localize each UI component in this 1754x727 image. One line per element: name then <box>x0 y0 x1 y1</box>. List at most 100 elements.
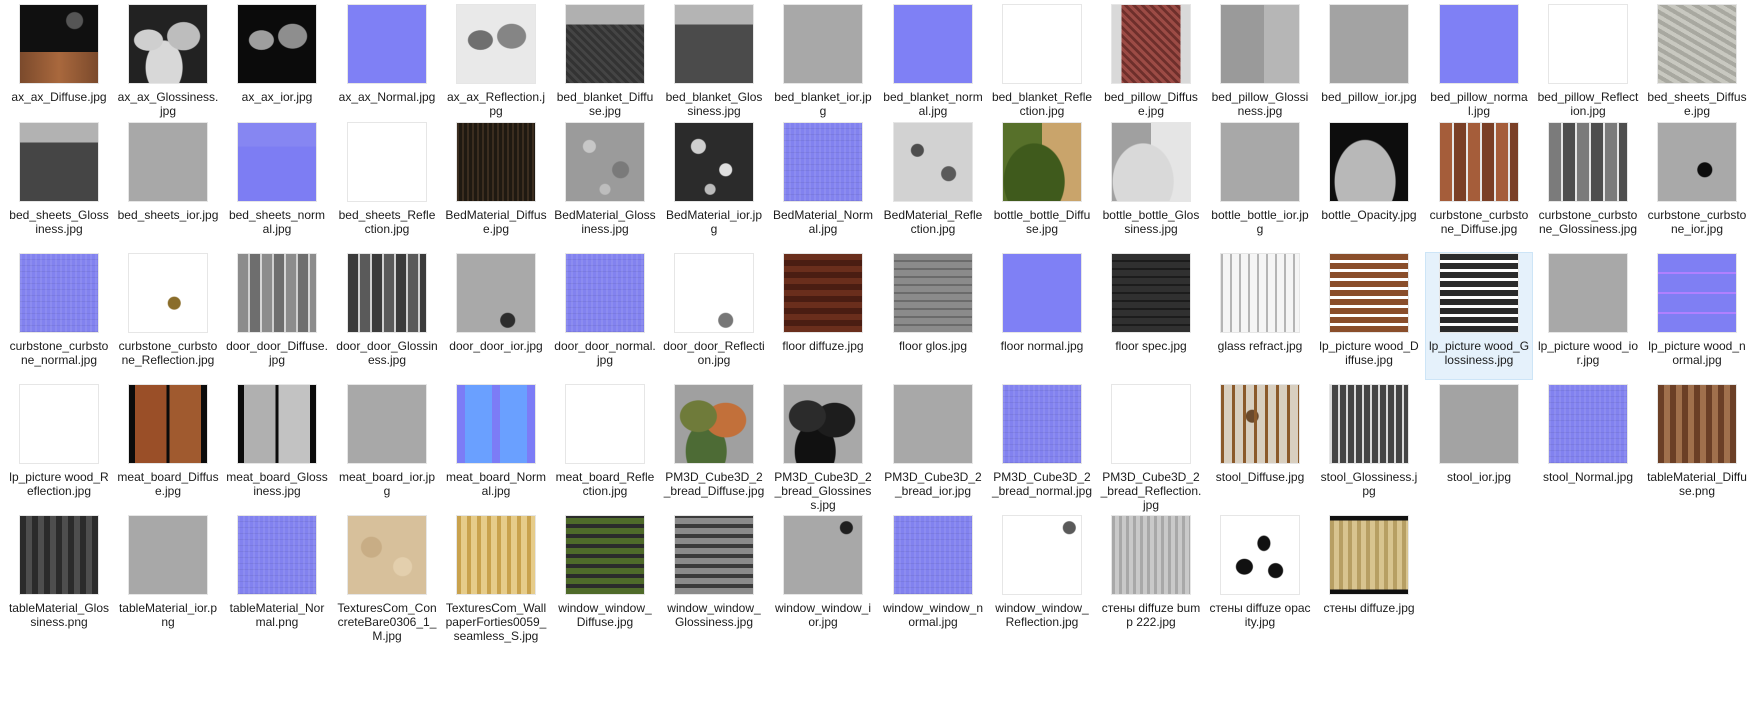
file-item[interactable]: BedMaterial_Glossiness.jpg <box>551 121 659 249</box>
file-item[interactable]: TexturesCom_WallpaperForties0059_seamles… <box>442 514 550 654</box>
file-name: curbstone_curbstone_Diffuse.jpg <box>1429 208 1529 236</box>
file-item[interactable]: bed_sheets_Reflection.jpg <box>333 121 441 249</box>
file-item[interactable]: tableMaterial_Diffuse.png <box>1643 383 1751 511</box>
file-item[interactable]: stool_Normal.jpg <box>1534 383 1642 511</box>
file-item[interactable]: glass refract.jpg <box>1206 252 1314 380</box>
file-item[interactable]: tableMaterial_ior.png <box>114 514 222 654</box>
file-item[interactable]: meat_board_Glossiness.jpg <box>223 383 331 511</box>
file-name: curbstone_curbstone_normal.jpg <box>9 339 109 367</box>
file-item[interactable]: lp_picture wood_Glossiness.jpg <box>1425 252 1533 380</box>
file-item[interactable]: meat_board_Reflection.jpg <box>551 383 659 511</box>
file-item[interactable]: bed_blanket_ior.jpg <box>769 3 877 121</box>
file-item[interactable]: bed_sheets_normal.jpg <box>223 121 331 249</box>
file-name: lp_picture wood_Glossiness.jpg <box>1428 339 1530 367</box>
file-thumbnail <box>19 515 99 595</box>
file-item[interactable]: стены diffuze.jpg <box>1315 514 1423 654</box>
file-item[interactable]: floor diffuze.jpg <box>769 252 877 380</box>
file-item[interactable]: window_window_Glossiness.jpg <box>660 514 768 654</box>
file-thumbnail <box>128 4 208 84</box>
file-item[interactable]: bed_blanket_normal.jpg <box>879 3 987 121</box>
file-item[interactable]: window_window_normal.jpg <box>879 514 987 654</box>
file-item[interactable]: meat_board_Normal.jpg <box>442 383 550 511</box>
file-item[interactable]: ax_ax_Diffuse.jpg <box>5 3 113 121</box>
file-item[interactable]: floor glos.jpg <box>879 252 987 380</box>
file-item[interactable]: curbstone_curbstone_ior.jpg <box>1643 121 1751 249</box>
file-item[interactable]: curbstone_curbstone_Glossiness.jpg <box>1534 121 1642 249</box>
file-item[interactable]: PM3D_Cube3D_2_bread_ior.jpg <box>879 383 987 511</box>
file-item[interactable]: window_window_ior.jpg <box>769 514 877 654</box>
file-item[interactable]: stool_Glossiness.jpg <box>1315 383 1423 511</box>
file-item[interactable]: BedMaterial_ior.jpg <box>660 121 768 249</box>
file-grid[interactable]: ax_ax_Diffuse.jpg ax_ax_Glossiness.jpg ax_… <box>0 0 1754 727</box>
file-item[interactable]: TexturesCom_ConcreteBare0306_1_M.jpg <box>333 514 441 654</box>
file-name: bed_pillow_Glossiness.jpg <box>1211 90 1309 118</box>
file-item[interactable]: bed_pillow_Reflection.jpg <box>1534 3 1642 121</box>
file-item[interactable]: door_door_Glossiness.jpg <box>333 252 441 380</box>
file-thumbnail <box>128 515 208 595</box>
file-item[interactable]: BedMaterial_Reflection.jpg <box>879 121 987 249</box>
file-item[interactable]: bed_sheets_ior.jpg <box>114 121 222 249</box>
file-item[interactable]: meat_board_ior.jpg <box>333 383 441 511</box>
file-item[interactable]: curbstone_curbstone_normal.jpg <box>5 252 113 380</box>
file-item[interactable]: ax_ax_Normal.jpg <box>333 3 441 121</box>
file-item[interactable]: bed_pillow_normal.jpg <box>1425 3 1533 121</box>
file-item[interactable]: ax_ax_Glossiness.jpg <box>114 3 222 121</box>
file-item[interactable]: bed_pillow_ior.jpg <box>1315 3 1423 121</box>
file-item[interactable]: lp_picture wood_ior.jpg <box>1534 252 1642 380</box>
file-thumbnail <box>347 122 427 202</box>
file-item[interactable]: bed_sheets_Glossiness.jpg <box>5 121 113 249</box>
file-item[interactable]: lp_picture wood_normal.jpg <box>1643 252 1751 380</box>
file-item[interactable]: stool_ior.jpg <box>1425 383 1533 511</box>
file-name: PM3D_Cube3D_2_bread_Diffuse.jpg <box>663 470 765 498</box>
file-name: stool_ior.jpg <box>1446 470 1512 484</box>
file-item[interactable]: door_door_ior.jpg <box>442 252 550 380</box>
file-item[interactable]: lp_picture wood_Diffuse.jpg <box>1315 252 1423 380</box>
file-thumbnail <box>1111 384 1191 464</box>
file-item[interactable]: bottle_bottle_ior.jpg <box>1206 121 1314 249</box>
file-item[interactable]: ax_ax_Reflection.jpg <box>442 3 550 121</box>
file-item[interactable]: bottle_bottle_Diffuse.jpg <box>988 121 1096 249</box>
file-item[interactable]: bed_blanket_Diffuse.jpg <box>551 3 659 121</box>
file-item[interactable]: BedMaterial_Normal.jpg <box>769 121 877 249</box>
file-item[interactable]: tableMaterial_Normal.png <box>223 514 331 654</box>
file-name: window_window_Glossiness.jpg <box>667 601 761 629</box>
file-item[interactable]: meat_board_Diffuse.jpg <box>114 383 222 511</box>
file-thumbnail <box>456 122 536 202</box>
file-name: door_door_normal.jpg <box>554 339 656 367</box>
file-item[interactable]: стены diffuze bump 222.jpg <box>1097 514 1205 654</box>
file-item[interactable]: window_window_Reflection.jpg <box>988 514 1096 654</box>
file-item[interactable]: bed_blanket_Glossiness.jpg <box>660 3 768 121</box>
file-item[interactable]: curbstone_curbstone_Reflection.jpg <box>114 252 222 380</box>
file-item[interactable]: bottle_bottle_Glossiness.jpg <box>1097 121 1205 249</box>
file-item[interactable]: PM3D_Cube3D_2_bread_Glossiness.jpg <box>769 383 877 512</box>
file-thumbnail <box>783 515 863 595</box>
file-item[interactable]: tableMaterial_Glossiness.png <box>5 514 113 654</box>
file-item[interactable]: ax_ax_ior.jpg <box>223 3 331 121</box>
file-item[interactable]: PM3D_Cube3D_2_bread_Diffuse.jpg <box>660 383 768 511</box>
file-thumbnail <box>674 4 754 84</box>
file-thumbnail <box>1002 253 1082 333</box>
file-item[interactable]: bed_sheets_Diffuse.jpg <box>1643 3 1751 121</box>
file-item[interactable]: PM3D_Cube3D_2_bread_normal.jpg <box>988 383 1096 511</box>
file-item[interactable]: window_window_Diffuse.jpg <box>551 514 659 654</box>
file-item[interactable]: door_door_Reflection.jpg <box>660 252 768 380</box>
file-item[interactable]: floor spec.jpg <box>1097 252 1205 380</box>
file-thumbnail <box>1111 122 1191 202</box>
file-item[interactable]: door_door_Diffuse.jpg <box>223 252 331 380</box>
file-thumbnail <box>1329 515 1409 595</box>
file-item[interactable]: bottle_Opacity.jpg <box>1315 121 1423 249</box>
file-name: lp_picture wood_normal.jpg <box>1648 339 1746 367</box>
file-thumbnail <box>128 122 208 202</box>
file-item[interactable]: floor normal.jpg <box>988 252 1096 380</box>
file-item[interactable]: stool_Diffuse.jpg <box>1206 383 1314 511</box>
file-item[interactable]: стены diffuze opacity.jpg <box>1206 514 1314 654</box>
file-item[interactable]: bed_blanket_Reflection.jpg <box>988 3 1096 121</box>
file-item[interactable]: bed_pillow_Diffuse.jpg <box>1097 3 1205 121</box>
file-item[interactable]: BedMaterial_Diffuse.jpg <box>442 121 550 249</box>
file-thumbnail <box>1657 384 1737 464</box>
file-item[interactable]: door_door_normal.jpg <box>551 252 659 380</box>
file-item[interactable]: lp_picture wood_Reflection.jpg <box>5 383 113 511</box>
file-item[interactable]: bed_pillow_Glossiness.jpg <box>1206 3 1314 121</box>
file-item[interactable]: PM3D_Cube3D_2_bread_Reflection.jpg <box>1097 383 1205 512</box>
file-item[interactable]: curbstone_curbstone_Diffuse.jpg <box>1425 121 1533 249</box>
